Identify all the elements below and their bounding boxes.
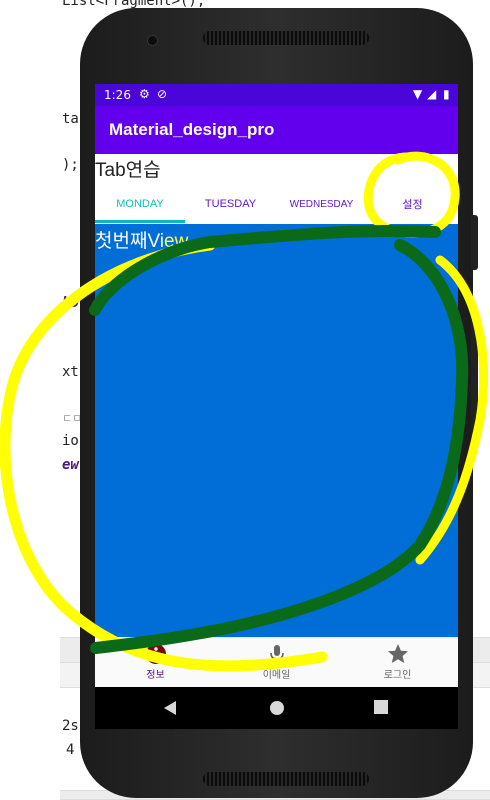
code-line: 4 [66, 742, 75, 758]
top-speaker [203, 31, 369, 45]
bottom-nav-login[interactable]: 로그인 [337, 638, 458, 688]
recents-icon[interactable] [374, 700, 388, 714]
home-icon[interactable] [269, 700, 285, 716]
bottom-navigation: 정보 이메일 로그인 [95, 637, 458, 688]
battery-icon: ▮ [443, 87, 450, 101]
content-label-tail: ew [164, 231, 189, 252]
power-button[interactable] [471, 215, 478, 270]
signal-icon: ◢ [427, 87, 437, 101]
code-line: 2s [62, 718, 79, 734]
content-label-main: 첫번째Vi [95, 231, 164, 252]
tab-indicator [95, 220, 185, 223]
tab-label: TUESDAY [204, 198, 257, 210]
code-line: xt [62, 364, 79, 380]
wifi-icon: ▼ [413, 87, 423, 101]
code-line: bo [62, 295, 79, 311]
code-line: ); [62, 157, 79, 173]
bottom-nav-label: 로그인 [383, 670, 412, 681]
bottom-nav-label: 이메일 [262, 670, 291, 681]
info-icon [145, 644, 166, 664]
sync-icon: ⊘ [157, 87, 168, 101]
tab-monday[interactable]: MONDAY [95, 184, 185, 224]
bottom-nav-email[interactable]: 이메일 [216, 638, 337, 688]
status-time: 1:26 [104, 88, 131, 102]
volume-button[interactable] [471, 320, 478, 445]
code-line: ta [62, 111, 79, 127]
section-title: Tab연습 [95, 160, 161, 181]
tab-label: 설정 [402, 199, 423, 211]
tab-bar: MONDAY TUESDAY WEDNESDAY 설정 [95, 184, 458, 224]
tab-tuesday[interactable]: TUESDAY [185, 184, 276, 224]
bottom-speaker [203, 772, 369, 786]
code-line: ew [62, 457, 79, 473]
back-icon[interactable] [163, 700, 177, 716]
device-screen: 1:26 ⚙ ⊘ ▼ ◢ ▮ Material_design_pro Tab연습… [95, 84, 458, 729]
tab-label: MONDAY [116, 198, 164, 210]
tab-settings[interactable]: 설정 [367, 184, 458, 224]
app-bar: Material_design_pro [95, 106, 458, 154]
bottom-nav-info[interactable]: 정보 [95, 638, 216, 688]
tab-wednesday[interactable]: WEDNESDAY [276, 184, 367, 224]
settings-gear-icon: ⚙ [139, 87, 150, 101]
system-navigation-bar [95, 687, 458, 729]
code-line: io [62, 433, 79, 449]
tab-label: WEDNESDAY [289, 198, 354, 210]
front-camera [147, 35, 158, 46]
content-label: 첫번째View [95, 226, 188, 253]
bottom-nav-label: 정보 [146, 670, 165, 681]
tab-content-view: 첫번째View [95, 224, 458, 637]
app-title: Material_design_pro [109, 120, 275, 139]
status-bar: 1:26 ⚙ ⊘ ▼ ◢ ▮ [95, 84, 458, 106]
star-icon [387, 644, 408, 663]
mic-icon [269, 645, 284, 663]
